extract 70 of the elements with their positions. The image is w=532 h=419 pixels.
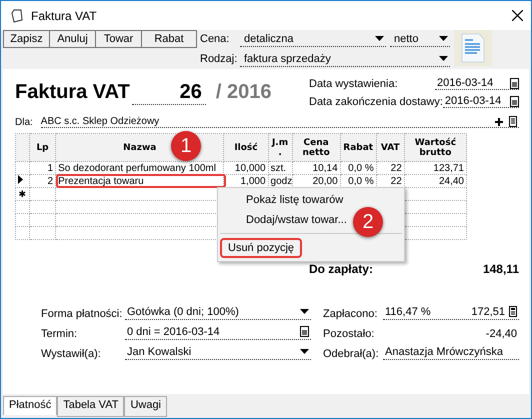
type-label: Rodzaj: bbox=[200, 53, 236, 65]
table-cell[interactable]: 1 bbox=[30, 162, 56, 174]
date-field[interactable]: 2016-03-14 bbox=[435, 77, 519, 90]
recipient-label: Dla: bbox=[15, 116, 33, 128]
table-cell[interactable]: 10,000 bbox=[224, 162, 268, 174]
remaining-value: -24,40 bbox=[484, 328, 518, 340]
date-label: Data zakończenia dostawy: bbox=[309, 96, 443, 108]
dropdown-arrow-icon[interactable] bbox=[439, 56, 448, 61]
calculator-icon[interactable] bbox=[509, 306, 517, 317]
document-icon bbox=[11, 8, 23, 22]
dropdown-arrow-icon[interactable] bbox=[439, 36, 448, 41]
total-value: 148,11 bbox=[482, 262, 519, 276]
calendar-icon[interactable] bbox=[510, 96, 519, 106]
net-gross-dropdown[interactable]: netto bbox=[390, 31, 450, 47]
document-icon[interactable] bbox=[454, 30, 492, 66]
date-field[interactable]: 2016-03-14 bbox=[442, 95, 519, 108]
receiver-label: Odebrał(a): bbox=[323, 348, 380, 360]
plus-icon[interactable] bbox=[495, 118, 503, 126]
tab[interactable]: Uwagi bbox=[124, 396, 168, 417]
list-icon[interactable] bbox=[509, 116, 517, 127]
table-cell[interactable]: So dezodorant perfumowany 100ml bbox=[56, 162, 224, 174]
column-header[interactable]: Ilość bbox=[234, 142, 258, 152]
issuer-label: Wystawił(a): bbox=[41, 348, 102, 360]
recipient-field[interactable]: ABC s.c. Sklep Odzieżowy bbox=[40, 116, 519, 128]
table-cell[interactable]: 24,40 bbox=[404, 174, 466, 188]
price-type-dropdown[interactable]: detaliczna bbox=[240, 31, 386, 47]
term-field[interactable]: 0 dni = 2016-03-14 bbox=[125, 324, 311, 340]
table-cell[interactable]: 10,14 bbox=[292, 162, 340, 174]
paid-percent: 116,47 % bbox=[385, 306, 431, 318]
menu-item[interactable]: Usuń pozycję bbox=[220, 238, 302, 258]
dropdown-arrow-icon[interactable] bbox=[375, 36, 384, 41]
menu-item[interactable]: Pokaż listę towarów bbox=[220, 191, 348, 209]
paid-label: Zapłacono: bbox=[323, 308, 378, 320]
column-header[interactable]: Nazwa bbox=[123, 142, 156, 152]
payment-method-dropdown[interactable]: Gotówka (0 dni; 100%) bbox=[125, 304, 311, 320]
tab[interactable]: Tabela VAT bbox=[57, 396, 124, 417]
document-title: Faktura VAT bbox=[15, 81, 130, 104]
toolbar-button[interactable]: Zapisz bbox=[3, 30, 50, 48]
toolbar-button[interactable]: Rabat bbox=[141, 30, 197, 48]
close-icon[interactable] bbox=[512, 10, 523, 21]
table-cell[interactable]: Prezentacja towaru bbox=[56, 174, 224, 188]
term-label: Termin: bbox=[41, 328, 78, 340]
remaining-label: Pozostało: bbox=[323, 328, 376, 340]
paid-amount: 172,51 bbox=[471, 306, 505, 318]
toolbar-button[interactable]: Anuluj bbox=[49, 30, 96, 48]
table-cell[interactable]: 0,0 % bbox=[340, 162, 376, 174]
column-header[interactable]: Lp bbox=[36, 142, 49, 152]
dropdown-arrow-icon[interactable] bbox=[300, 349, 309, 354]
dropdown-arrow-icon[interactable] bbox=[300, 309, 309, 314]
table-cell[interactable]: 22 bbox=[376, 162, 404, 174]
receiver-field[interactable]: Anastazja Mrówczyńska bbox=[383, 344, 519, 360]
table-cell[interactable]: 123,71 bbox=[404, 162, 466, 174]
date-label: Data wystawienia: bbox=[309, 78, 398, 90]
paid-field[interactable]: 116,47 % 172,51 bbox=[383, 304, 519, 320]
calendar-icon[interactable] bbox=[300, 326, 309, 337]
toolbar-button[interactable]: Towar bbox=[95, 30, 142, 48]
document-type-dropdown[interactable]: faktura sprzedaży bbox=[240, 51, 450, 67]
table-cell[interactable]: 2 bbox=[30, 174, 56, 188]
payment-method-label: Forma płatności: bbox=[41, 308, 124, 320]
tab[interactable]: Płatność bbox=[3, 396, 58, 415]
document-year: / 2016 bbox=[216, 81, 272, 104]
table-cell[interactable]: szt. bbox=[268, 162, 292, 174]
new-row-marker: ✱ bbox=[16, 188, 30, 200]
document-number[interactable]: 26 bbox=[132, 81, 206, 105]
price-label: Cena: bbox=[200, 33, 230, 45]
calendar-icon[interactable] bbox=[510, 78, 519, 88]
total-label: Do zapłaty: bbox=[308, 262, 373, 276]
menu-item[interactable]: Dodaj/wstaw towar... bbox=[220, 211, 351, 229]
window-title: Faktura VAT bbox=[31, 8, 98, 22]
issuer-dropdown[interactable]: Jan Kowalski bbox=[125, 344, 311, 360]
